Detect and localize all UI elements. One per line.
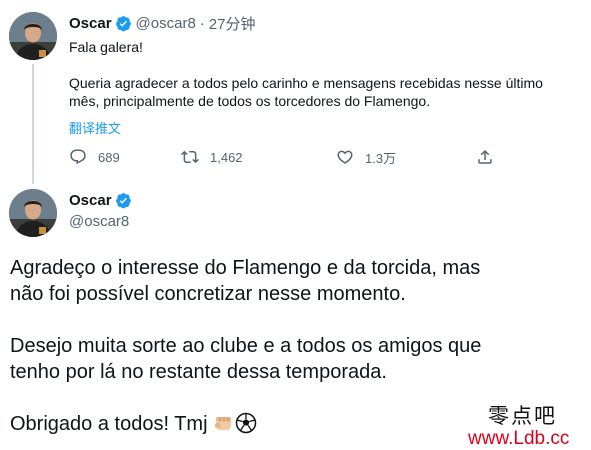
translate-tweet-link[interactable]: 翻译推文 — [69, 118, 121, 137]
tweet1-line: Queria agradecer a todos pelo carinho e … — [69, 75, 543, 91]
watermark-url: www.Ldb.cc — [468, 428, 570, 449]
author-handle[interactable]: @oscar8 — [69, 213, 129, 230]
tweet2-line: Desejo muita sorte ao clube e a todos os… — [10, 335, 482, 357]
tweet2-header: Oscar — [69, 192, 136, 209]
thread-connector-line — [32, 64, 34, 184]
author-handle[interactable]: @oscar8 — [136, 15, 196, 32]
soccer-ball-emoji — [235, 412, 257, 441]
reply-count: 689 — [98, 149, 120, 165]
separator-dot: · — [199, 14, 205, 32]
tweet2-line: não foi possível concretizar nesse momen… — [10, 283, 406, 305]
timestamp[interactable]: 27分钟 — [209, 13, 256, 34]
retweet-count: 1,462 — [210, 149, 243, 165]
reply-icon — [70, 149, 86, 165]
share-icon — [478, 149, 492, 164]
verified-icon — [115, 192, 132, 209]
retweet-button[interactable]: 1,462 — [181, 147, 243, 167]
author-name[interactable]: Oscar — [69, 15, 112, 32]
tweet2-line: Agradeço o interesse do Flamengo e da to… — [10, 257, 481, 279]
retweet-icon — [181, 150, 199, 164]
tweet1-actions: 689 1,462 1.3万 — [69, 147, 509, 167]
avatar[interactable] — [9, 12, 57, 60]
tweet1-line: Fala galera! — [69, 39, 143, 55]
avatar[interactable] — [9, 189, 57, 237]
tweet2-line: tenho por lá no restante dessa temporada… — [10, 361, 387, 383]
tweet1-body: Fala galera! Queria agradecer a todos pe… — [69, 38, 569, 110]
watermark-title: 零点吧 — [488, 404, 557, 428]
fist-emoji — [213, 412, 235, 441]
tweet2-closing-text: Obrigado a todos! Tmj — [10, 413, 208, 435]
tweet1-header: Oscar @oscar8 · 27分钟 — [69, 13, 255, 33]
author-name[interactable]: Oscar — [69, 192, 112, 209]
like-button[interactable]: 1.3万 — [336, 147, 396, 167]
share-button[interactable] — [476, 147, 494, 167]
tweet1-line: mês, principalmente de todos os torcedor… — [69, 93, 431, 109]
like-icon — [337, 150, 353, 164]
reply-button[interactable]: 689 — [69, 147, 120, 167]
like-count: 1.3万 — [365, 150, 397, 166]
verified-icon — [115, 15, 132, 32]
